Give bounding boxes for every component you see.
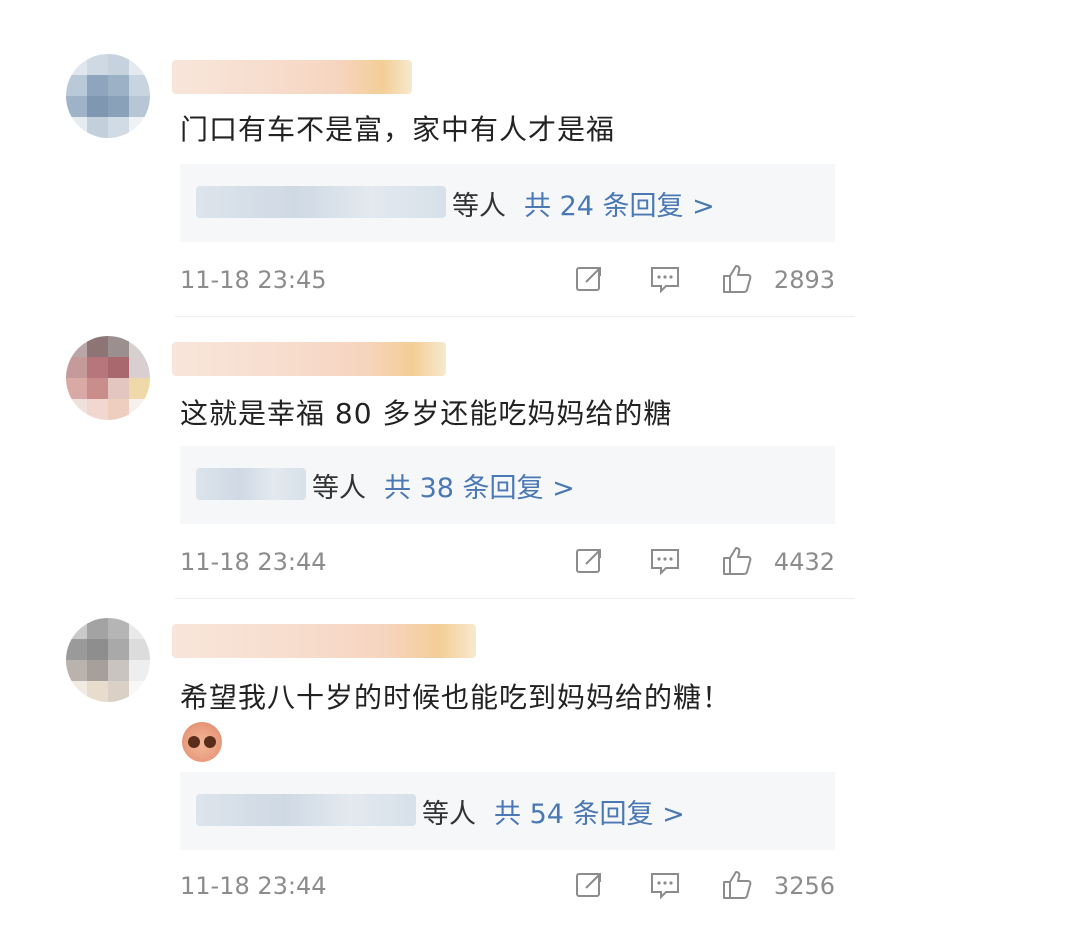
comment-icon[interactable] <box>648 544 682 578</box>
avatar-mosaic-cell <box>108 117 129 138</box>
avatar-mosaic-cell <box>108 75 129 96</box>
comment-time: 11-18 23:44 <box>180 548 327 576</box>
avatar-mosaic-cell <box>108 660 129 681</box>
avatar-mosaic-cell <box>87 54 108 75</box>
avatar-mosaic-cell <box>87 660 108 681</box>
comment-item: 这就是幸福 80 多岁还能吃妈妈给的糖 等人共 38 条回复 > 11-18 2… <box>50 320 858 600</box>
thumbs-up-icon[interactable] <box>720 868 754 902</box>
avatar-mosaic-cell <box>129 618 150 639</box>
avatar-mosaic-cell <box>108 681 129 702</box>
avatar-mosaic-cell <box>129 357 150 378</box>
avatar[interactable] <box>66 336 150 420</box>
avatar-mosaic-cell <box>129 378 150 399</box>
avatar-mosaic-cell <box>108 399 129 420</box>
avatar-mosaic-cell <box>66 399 87 420</box>
avatar-mosaic-cell <box>66 96 87 117</box>
comment-icon[interactable] <box>648 262 682 296</box>
avatar-mosaic-cell <box>108 378 129 399</box>
thumbs-up-icon[interactable] <box>720 262 754 296</box>
comment-footer: 11-18 23:44 3256 <box>180 866 835 906</box>
avatar-mosaic-cell <box>87 117 108 138</box>
like-count: 2893 <box>773 266 835 294</box>
reply-summary: 等人共 38 条回复 > <box>312 466 575 505</box>
avatar-mosaic-cell <box>129 96 150 117</box>
emoji-eye <box>204 736 216 748</box>
comment-icon[interactable] <box>648 868 682 902</box>
comment-text: 希望我八十岁的时候也能吃到妈妈给的糖！ <box>180 681 732 714</box>
reply-count-link[interactable]: 共 24 条回复 > <box>524 191 715 222</box>
reply-preview[interactable]: 等人共 54 条回复 > <box>180 772 835 850</box>
avatar-mosaic-cell <box>108 618 129 639</box>
avatar-mosaic-cell <box>129 399 150 420</box>
like-count: 4432 <box>773 548 835 576</box>
avatar[interactable] <box>66 54 150 138</box>
username-blurred[interactable] <box>172 624 476 658</box>
reply-suffix: 等人 <box>422 799 476 830</box>
avatar-mosaic-cell <box>87 639 108 660</box>
reply-usernames-blurred <box>196 186 446 218</box>
reply-preview[interactable]: 等人共 38 条回复 > <box>180 446 835 524</box>
avatar-mosaic-cell <box>66 660 87 681</box>
like-count: 3256 <box>773 872 835 900</box>
reply-preview[interactable]: 等人共 24 条回复 > <box>180 164 835 242</box>
avatar-mosaic-cell <box>87 378 108 399</box>
avatar-mosaic-cell <box>87 357 108 378</box>
emoji-sticker <box>182 722 222 762</box>
reply-usernames-blurred <box>196 468 306 500</box>
avatar-mosaic-cell <box>129 117 150 138</box>
avatar-mosaic-cell <box>108 336 129 357</box>
avatar-mosaic-cell <box>129 660 150 681</box>
avatar-mosaic-cell <box>129 336 150 357</box>
avatar-mosaic-cell <box>66 618 87 639</box>
avatar-mosaic-cell <box>87 96 108 117</box>
avatar-mosaic-cell <box>129 54 150 75</box>
avatar-mosaic-cell <box>129 639 150 660</box>
comment-text: 门口有车不是富，家中有人才是福 <box>180 113 616 146</box>
comment-footer: 11-18 23:44 4432 <box>180 542 835 582</box>
reply-summary: 等人共 24 条回复 > <box>452 184 715 223</box>
avatar-mosaic-cell <box>87 75 108 96</box>
avatar-mosaic-cell <box>66 54 87 75</box>
avatar-mosaic-cell <box>66 117 87 138</box>
divider <box>175 598 855 599</box>
avatar-mosaic-cell <box>129 681 150 702</box>
avatar-mosaic-cell <box>66 357 87 378</box>
avatar[interactable] <box>66 618 150 702</box>
avatar-mosaic-cell <box>87 618 108 639</box>
avatar-mosaic-cell <box>108 357 129 378</box>
username-blurred[interactable] <box>172 342 446 376</box>
avatar-mosaic-cell <box>66 378 87 399</box>
avatar-mosaic-cell <box>87 336 108 357</box>
thumbs-up-icon[interactable] <box>720 544 754 578</box>
username-blurred[interactable] <box>172 60 412 94</box>
comment-list: 门口有车不是富，家中有人才是福 等人共 24 条回复 > 11-18 23:45… <box>50 38 858 910</box>
emoji-eye <box>188 736 200 748</box>
avatar-mosaic-cell <box>87 681 108 702</box>
reply-usernames-blurred <box>196 794 416 826</box>
reply-count-link[interactable]: 共 38 条回复 > <box>384 473 575 504</box>
avatar-mosaic-cell <box>66 681 87 702</box>
avatar-mosaic-cell <box>66 336 87 357</box>
avatar-mosaic-cell <box>87 399 108 420</box>
reply-count-link[interactable]: 共 54 条回复 > <box>494 799 685 830</box>
comment-item: 门口有车不是富，家中有人才是福 等人共 24 条回复 > 11-18 23:45… <box>50 38 858 318</box>
avatar-mosaic-cell <box>129 75 150 96</box>
share-icon[interactable] <box>572 868 606 902</box>
avatar-mosaic-cell <box>66 639 87 660</box>
avatar-mosaic-cell <box>108 54 129 75</box>
share-icon[interactable] <box>572 544 606 578</box>
reply-summary: 等人共 54 条回复 > <box>422 792 685 831</box>
comment-time: 11-18 23:45 <box>180 266 327 294</box>
comment-item: 希望我八十岁的时候也能吃到妈妈给的糖！ 等人共 54 条回复 > 11-18 2… <box>50 602 858 910</box>
reply-suffix: 等人 <box>312 473 366 504</box>
share-icon[interactable] <box>572 262 606 296</box>
reply-suffix: 等人 <box>452 191 506 222</box>
comment-text: 这就是幸福 80 多岁还能吃妈妈给的糖 <box>180 397 673 430</box>
comment-footer: 11-18 23:45 2893 <box>180 260 835 300</box>
avatar-mosaic-cell <box>108 96 129 117</box>
avatar-mosaic-cell <box>66 75 87 96</box>
divider <box>175 316 855 317</box>
comment-time: 11-18 23:44 <box>180 872 327 900</box>
avatar-mosaic-cell <box>108 639 129 660</box>
